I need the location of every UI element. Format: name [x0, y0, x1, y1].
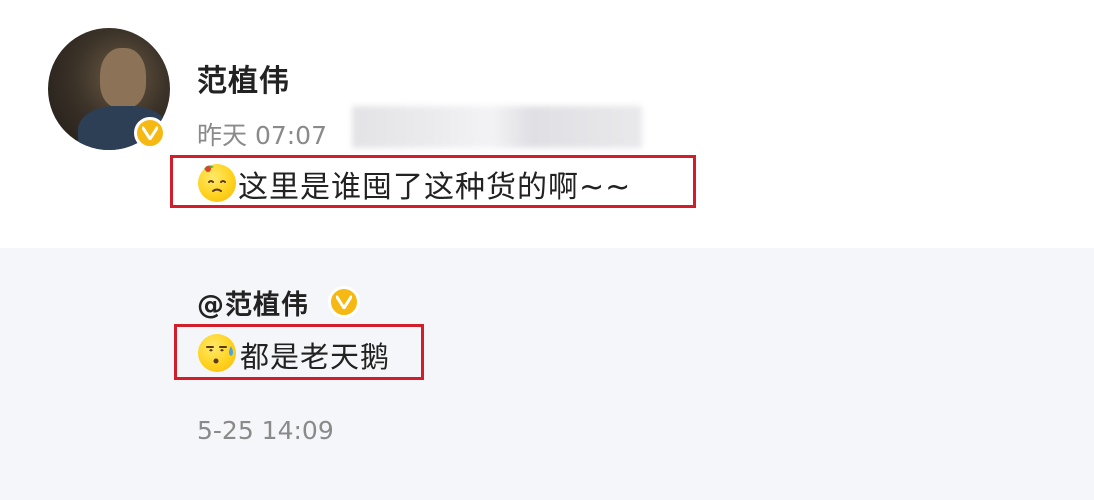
post-username[interactable]: 范植伟	[197, 56, 290, 100]
sweat-face-emoji-icon	[198, 334, 236, 372]
repost-username[interactable]: @范植伟	[197, 283, 309, 322]
post-text: 这里是谁囤了这种货的啊~~	[238, 170, 632, 205]
repost-verified-badge-icon	[328, 286, 360, 318]
post-timestamp[interactable]: 昨天 07:07	[197, 116, 327, 152]
post-card: 范植伟 昨天 07:07 这里是谁囤了这种货的啊~~	[0, 0, 1094, 248]
verified-badge-icon	[134, 117, 166, 149]
screenshot-page: 范植伟 昨天 07:07 这里是谁囤了这种货的啊~~ @范植伟 都是老天鹅 5-…	[0, 0, 1094, 500]
repost-text: 都是老天鹅	[240, 340, 391, 374]
sour-face-emoji-icon	[198, 164, 236, 202]
blurred-source-info	[352, 106, 642, 148]
repost-timestamp[interactable]: 5-25 14:09	[197, 416, 334, 445]
repost-card	[0, 248, 1094, 500]
